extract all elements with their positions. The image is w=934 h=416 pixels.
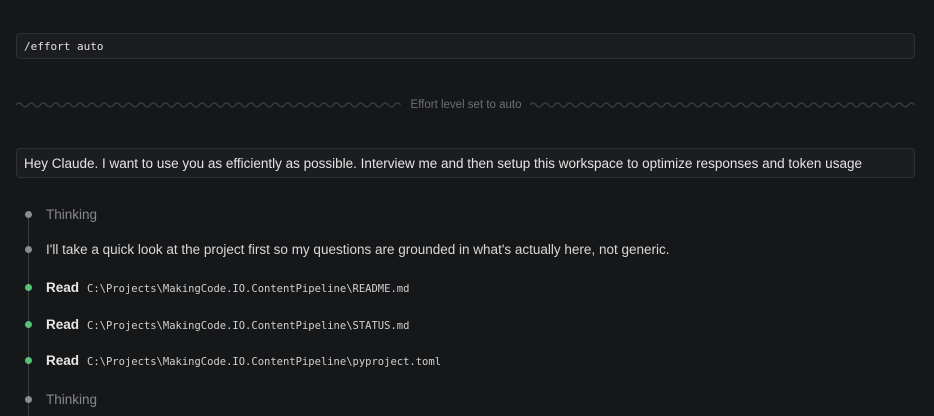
wavy-line-icon: [16, 102, 401, 108]
command-text: /effort auto: [24, 39, 104, 53]
circle-dot-icon: [25, 356, 32, 364]
status-divider-label: Effort level set to auto: [410, 99, 522, 111]
circle-dot-icon: [25, 210, 32, 218]
tool-name: Read: [46, 352, 80, 368]
user-prompt-message: Hey Claude. I want to use you as efficie…: [16, 148, 915, 178]
thinking-label: Thinking: [46, 391, 98, 407]
command-message: /effort auto: [16, 33, 915, 59]
wavy-line-icon: [529, 102, 915, 108]
timeline-step-thinking[interactable]: Thinking: [0, 203, 934, 225]
file-path: C:\Projects\MakingCode.IO.ContentPipelin…: [87, 319, 410, 332]
thinking-label: Thinking: [46, 206, 98, 222]
circle-dot-icon: [25, 395, 32, 403]
timeline-step-thinking[interactable]: Thinking: [0, 388, 934, 410]
status-divider: Effort level set to auto: [16, 96, 916, 114]
file-path: C:\Projects\MakingCode.IO.ContentPipelin…: [87, 355, 442, 368]
circle-dot-icon: [25, 320, 32, 328]
circle-dot-icon: [25, 245, 32, 253]
circle-dot-icon: [25, 283, 32, 291]
timeline-step-assistant-message: I'll take a quick look at the project fi…: [0, 238, 934, 260]
file-path: C:\Projects\MakingCode.IO.ContentPipelin…: [87, 282, 410, 295]
tool-name: Read: [46, 316, 80, 332]
timeline-step-read[interactable]: Read C:\Projects\MakingCode.IO.ContentPi…: [0, 276, 934, 298]
user-prompt-text: Hey Claude. I want to use you as efficie…: [24, 155, 862, 171]
timeline-step-read[interactable]: Read C:\Projects\MakingCode.IO.ContentPi…: [0, 313, 934, 335]
assistant-message-text: I'll take a quick look at the project fi…: [46, 241, 670, 257]
timeline-step-read[interactable]: Read C:\Projects\MakingCode.IO.ContentPi…: [0, 349, 934, 371]
chat-transcript: /effort auto Effort level set to auto He…: [0, 0, 934, 416]
tool-name: Read: [46, 279, 80, 295]
